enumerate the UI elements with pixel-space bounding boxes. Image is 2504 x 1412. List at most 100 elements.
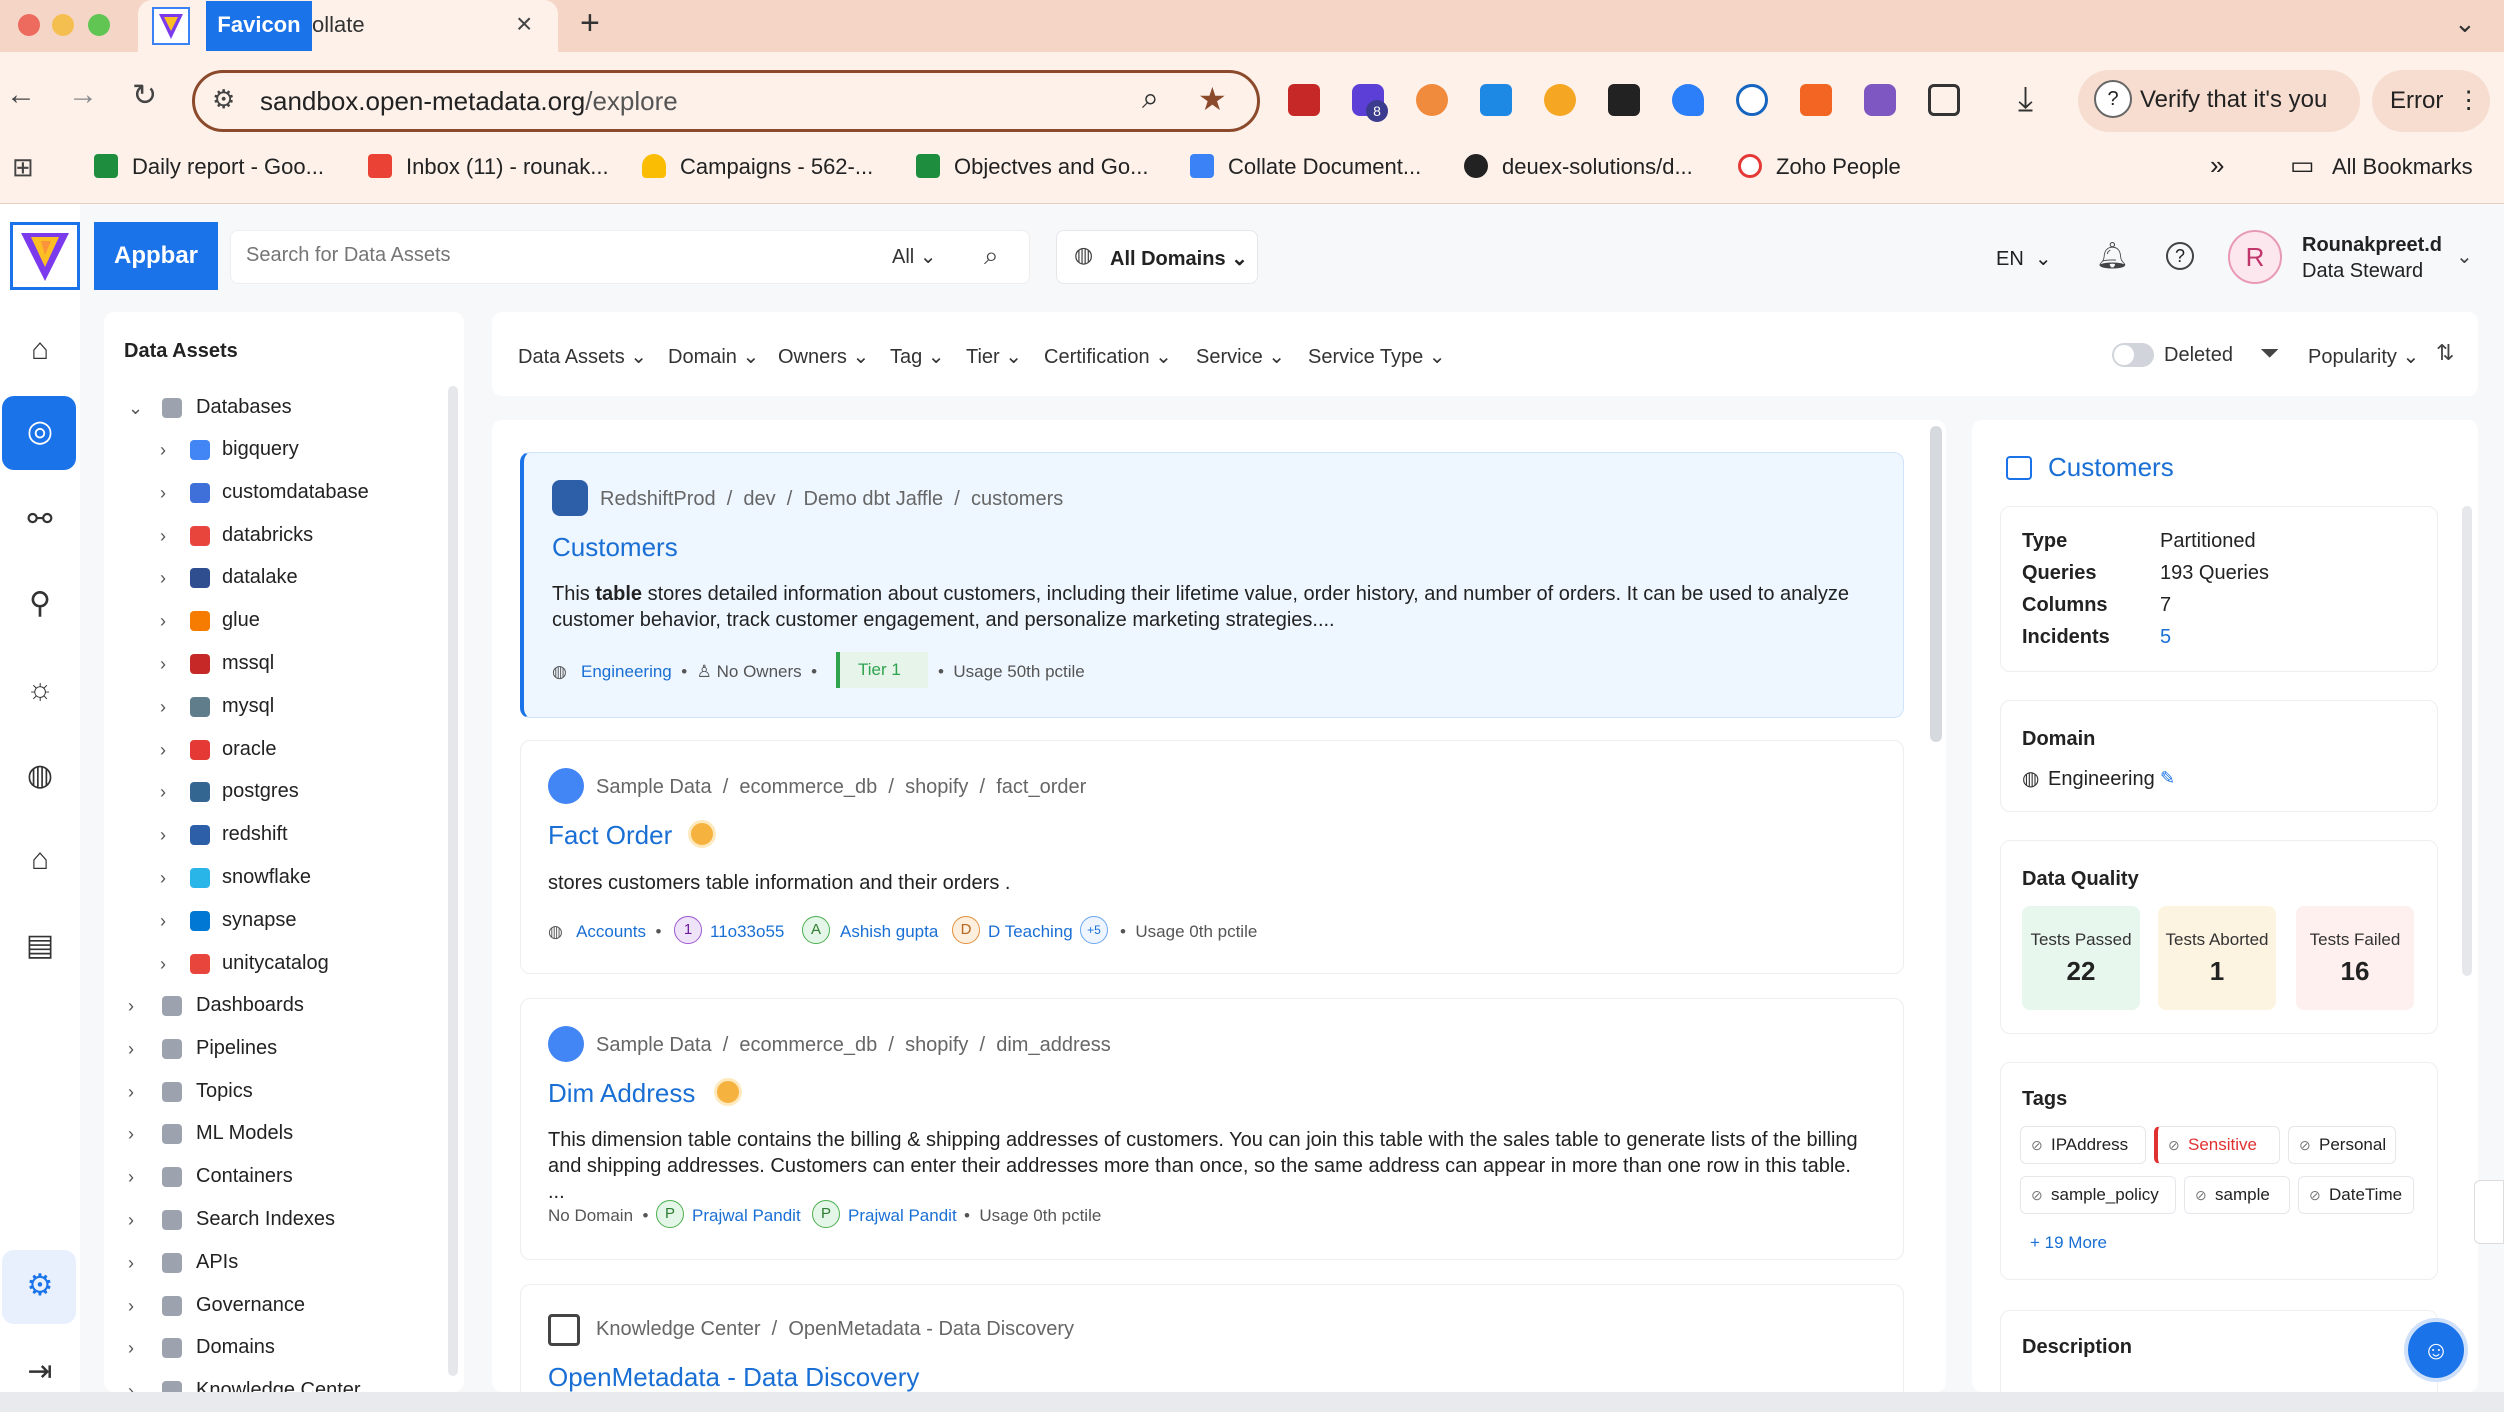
minimize-window-button[interactable] bbox=[52, 14, 74, 36]
tree-item-service[interactable]: snowflake bbox=[222, 866, 311, 889]
breadcrumb-item[interactable]: Sample Data bbox=[596, 1034, 712, 1056]
bookmark-item[interactable]: deuex-solutions/d... bbox=[1502, 154, 1693, 180]
owner-link[interactable]: D Teaching bbox=[988, 922, 1073, 942]
chevron-right-icon[interactable]: › bbox=[160, 526, 166, 547]
chevron-right-icon[interactable]: › bbox=[160, 782, 166, 803]
chatbot-icon[interactable]: ☺ bbox=[2404, 1318, 2468, 1382]
search-input[interactable] bbox=[246, 244, 846, 267]
tree-item-service[interactable]: customdatabase bbox=[222, 481, 369, 504]
filter-tag[interactable]: Tag ⌄ bbox=[890, 344, 945, 369]
domain-link[interactable]: Accounts bbox=[576, 922, 646, 941]
maximize-window-button[interactable] bbox=[88, 14, 110, 36]
filter-domain[interactable]: Domain ⌄ bbox=[668, 344, 759, 369]
results-scrollbar[interactable] bbox=[1930, 426, 1942, 742]
chevron-right-icon[interactable]: › bbox=[160, 911, 166, 932]
tree-item-category[interactable]: Search Indexes bbox=[196, 1208, 335, 1231]
logout-icon[interactable]: ⇥ bbox=[20, 1352, 60, 1392]
tree-item-category[interactable]: Dashboards bbox=[196, 994, 304, 1017]
bookmark-item[interactable]: Objectves and Go... bbox=[954, 154, 1148, 180]
breadcrumb-item[interactable]: dim_address bbox=[996, 1034, 1111, 1056]
filter-service-type[interactable]: Service Type ⌄ bbox=[1308, 344, 1446, 369]
tree-item-service[interactable]: glue bbox=[222, 609, 260, 632]
reload-icon[interactable]: ↻ bbox=[132, 78, 157, 113]
breadcrumb-item[interactable]: OpenMetadata - Data Discovery bbox=[788, 1318, 1074, 1340]
breadcrumb-item[interactable]: Knowledge Center bbox=[596, 1318, 761, 1340]
help-icon[interactable]: ? bbox=[2166, 242, 2194, 270]
chevron-right-icon[interactable]: › bbox=[160, 568, 166, 589]
entity-title[interactable]: Dim Address bbox=[548, 1078, 695, 1109]
tests-passed-card[interactable]: Tests Passed 22 bbox=[2022, 906, 2140, 1010]
details-title[interactable]: Customers bbox=[2048, 452, 2174, 483]
filter-tier[interactable]: Tier ⌄ bbox=[966, 344, 1022, 369]
tag-chip[interactable]: Sensitive bbox=[2154, 1126, 2280, 1164]
breadcrumb-item[interactable]: ecommerce_db bbox=[739, 776, 877, 798]
tab-search-chevron-icon[interactable]: ⌄ bbox=[2454, 8, 2476, 39]
search-icon[interactable]: ⌕ bbox=[984, 240, 999, 272]
filter-funnel-icon[interactable]: ⏷ bbox=[2260, 340, 2279, 368]
chevron-right-icon[interactable]: › bbox=[160, 483, 166, 504]
tier-badge[interactable]: Tier 1 bbox=[836, 652, 928, 688]
tree-item-service[interactable]: datalake bbox=[222, 566, 298, 589]
owner-link[interactable]: 11o33o55 bbox=[710, 922, 784, 942]
more-bookmarks-icon[interactable]: » bbox=[2210, 150, 2224, 181]
tree-item-category[interactable]: Pipelines bbox=[196, 1037, 277, 1060]
chevron-right-icon[interactable]: › bbox=[128, 1210, 134, 1231]
back-icon[interactable]: ← bbox=[6, 78, 36, 112]
owner-link[interactable]: Ashish gupta bbox=[840, 922, 938, 942]
chevron-right-icon[interactable]: › bbox=[160, 740, 166, 761]
entity-title[interactable]: OpenMetadata - Data Discovery bbox=[548, 1362, 919, 1393]
bookmark-item[interactable]: Inbox (11) - rounak... bbox=[406, 154, 609, 180]
owner-avatar[interactable]: 1 bbox=[674, 916, 702, 944]
home-icon[interactable]: ⌂ bbox=[20, 330, 60, 370]
tests-aborted-card[interactable]: Tests Aborted 1 bbox=[2158, 906, 2276, 1010]
tree-item-service[interactable]: redshift bbox=[222, 823, 288, 846]
apps-grid-icon[interactable]: ⊞ bbox=[12, 152, 34, 183]
tree-item-service[interactable]: databricks bbox=[222, 524, 313, 547]
url-text[interactable]: sandbox.open-metadata.org/explore bbox=[260, 86, 678, 117]
breadcrumb-item[interactable]: customers bbox=[971, 488, 1063, 510]
owner-avatar[interactable]: P bbox=[812, 1200, 840, 1228]
chevron-right-icon[interactable]: › bbox=[160, 654, 166, 675]
tree-item-category[interactable]: Containers bbox=[196, 1165, 293, 1188]
tests-failed-card[interactable]: Tests Failed 16 bbox=[2296, 906, 2414, 1010]
extension-m-icon[interactable] bbox=[1480, 84, 1512, 116]
breadcrumb-item[interactable]: shopify bbox=[905, 776, 968, 798]
extension-tag-icon[interactable] bbox=[1672, 84, 1704, 116]
entity-title[interactable]: Customers bbox=[552, 532, 678, 563]
tag-chip[interactable]: DateTime bbox=[2298, 1176, 2414, 1214]
domains-globe-icon[interactable]: ◍ bbox=[20, 756, 60, 796]
bookmark-item[interactable]: Daily report - Goo... bbox=[132, 154, 324, 180]
tree-item-service[interactable]: mssql bbox=[222, 652, 274, 675]
chevron-right-icon[interactable]: › bbox=[128, 1039, 134, 1060]
insights-lightbulb-icon[interactable]: ☼ bbox=[20, 670, 60, 710]
bookmark-item[interactable]: Zoho People bbox=[1776, 154, 1901, 180]
owner-link[interactable]: Prajwal Pandit bbox=[692, 1206, 801, 1226]
chevron-right-icon[interactable]: › bbox=[128, 1082, 134, 1103]
breadcrumb-item[interactable]: Sample Data bbox=[596, 776, 712, 798]
bookmark-star-icon[interactable]: ★ bbox=[1198, 80, 1227, 118]
bookmark-item[interactable]: Collate Document... bbox=[1228, 154, 1421, 180]
chevron-right-icon[interactable]: › bbox=[160, 954, 166, 975]
app-logo[interactable] bbox=[10, 222, 80, 290]
breadcrumb-item[interactable]: Demo dbt Jaffle bbox=[803, 488, 943, 510]
new-tab-icon[interactable]: + bbox=[580, 4, 600, 43]
chevron-right-icon[interactable]: › bbox=[160, 825, 166, 846]
tree-item-databases[interactable]: Databases bbox=[196, 396, 292, 419]
filter-certification[interactable]: Certification ⌄ bbox=[1044, 344, 1172, 369]
bookmark-item[interactable]: Campaigns - 562-... bbox=[680, 154, 873, 180]
knowledge-book-icon[interactable]: ▤ bbox=[20, 926, 60, 966]
search-scope-dropdown[interactable]: All ⌄ bbox=[892, 244, 937, 269]
tag-chip[interactable]: sample_policy bbox=[2020, 1176, 2176, 1214]
tree-item-service[interactable]: bigquery bbox=[222, 438, 299, 461]
details-scrollbar[interactable] bbox=[2462, 506, 2472, 976]
governance-icon[interactable]: ⌂ bbox=[20, 840, 60, 880]
extension-orange-icon[interactable] bbox=[1544, 84, 1576, 116]
extension-rss-icon[interactable] bbox=[1800, 84, 1832, 116]
domain-link[interactable]: Engineering bbox=[581, 662, 672, 681]
chevron-right-icon[interactable]: › bbox=[160, 611, 166, 632]
tree-item-category[interactable]: APIs bbox=[196, 1251, 238, 1274]
close-tab-icon[interactable]: × bbox=[516, 8, 532, 40]
avatar[interactable]: R bbox=[2228, 230, 2282, 284]
entity-title[interactable]: Fact Order bbox=[548, 820, 672, 851]
owner-link[interactable]: Prajwal Pandit bbox=[848, 1206, 957, 1226]
